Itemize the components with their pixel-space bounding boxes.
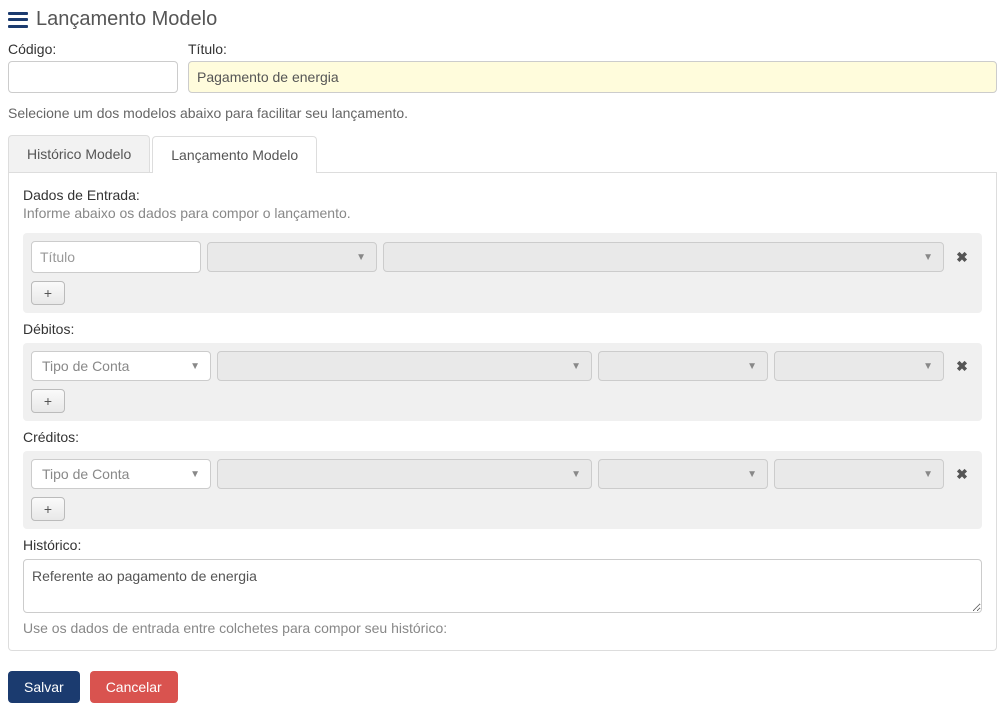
select-value: Tipo de Conta [42, 466, 129, 482]
tabs: Histórico Modelo Lançamento Modelo [8, 135, 997, 173]
debitos-panel: Tipo de Conta ▼ ▼ ▼ ▼ ✖ + [23, 343, 982, 421]
remove-row-icon[interactable]: ✖ [950, 358, 974, 375]
caret-down-icon: ▼ [190, 361, 200, 372]
creditos-label: Créditos: [23, 429, 982, 445]
creditos-select-2[interactable]: ▼ [217, 459, 592, 489]
models-hint: Selecione um dos modelos abaixo para fac… [8, 105, 997, 121]
debitos-label: Débitos: [23, 321, 982, 337]
debitos-tipo-conta-select[interactable]: Tipo de Conta ▼ [31, 351, 211, 381]
creditos-select-3[interactable]: ▼ [598, 459, 768, 489]
remove-row-icon[interactable]: ✖ [950, 249, 974, 266]
tab-content: Dados de Entrada: Informe abaixo os dado… [8, 173, 997, 651]
debitos-select-3[interactable]: ▼ [598, 351, 768, 381]
codigo-label: Código: [8, 41, 178, 57]
codigo-input[interactable] [8, 61, 178, 93]
caret-down-icon: ▼ [923, 252, 933, 263]
add-debitos-button[interactable]: + [31, 389, 65, 413]
creditos-select-4[interactable]: ▼ [774, 459, 944, 489]
add-dados-button[interactable]: + [31, 281, 65, 305]
caret-down-icon: ▼ [923, 361, 933, 372]
titulo-label: Título: [188, 41, 997, 57]
page-title: Lançamento Modelo [36, 8, 217, 31]
caret-down-icon: ▼ [923, 469, 933, 480]
caret-down-icon: ▼ [747, 469, 757, 480]
add-creditos-button[interactable]: + [31, 497, 65, 521]
historico-note: Use os dados de entrada entre colchetes … [23, 620, 982, 636]
creditos-tipo-conta-select[interactable]: Tipo de Conta ▼ [31, 459, 211, 489]
dados-titulo-input[interactable] [31, 241, 201, 273]
dados-entrada-sub: Informe abaixo os dados para compor o la… [23, 205, 982, 221]
caret-down-icon: ▼ [356, 252, 366, 263]
caret-down-icon: ▼ [747, 361, 757, 372]
dados-entrada-panel: ▼ ▼ ✖ + [23, 233, 982, 313]
tab-historico-modelo[interactable]: Histórico Modelo [8, 135, 150, 172]
caret-down-icon: ▼ [571, 469, 581, 480]
caret-down-icon: ▼ [571, 361, 581, 372]
debitos-select-2[interactable]: ▼ [217, 351, 592, 381]
creditos-panel: Tipo de Conta ▼ ▼ ▼ ▼ ✖ + [23, 451, 982, 529]
debitos-select-4[interactable]: ▼ [774, 351, 944, 381]
dados-select-2[interactable]: ▼ [383, 242, 944, 272]
historico-textarea[interactable] [23, 559, 982, 613]
historico-label: Histórico: [23, 537, 982, 553]
titulo-input[interactable] [188, 61, 997, 93]
dados-entrada-title: Dados de Entrada: [23, 187, 982, 203]
dados-select-1[interactable]: ▼ [207, 242, 377, 272]
remove-row-icon[interactable]: ✖ [950, 466, 974, 483]
caret-down-icon: ▼ [190, 469, 200, 480]
select-value: Tipo de Conta [42, 358, 129, 374]
tab-lancamento-modelo[interactable]: Lançamento Modelo [152, 136, 317, 173]
menu-icon[interactable] [8, 12, 28, 28]
